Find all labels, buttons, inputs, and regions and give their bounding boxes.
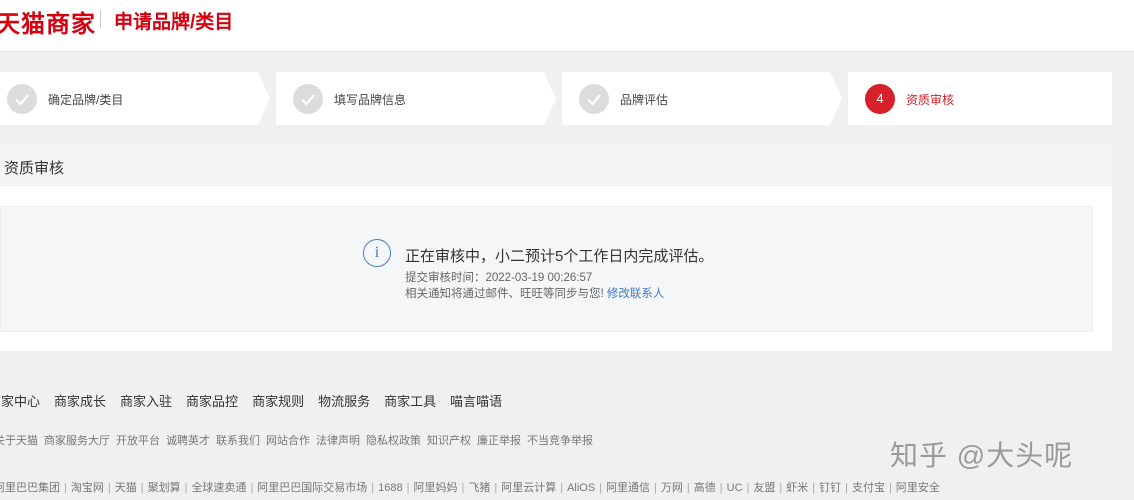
- footer-separator: |: [719, 482, 723, 494]
- partner-link[interactable]: 全球速卖通: [191, 482, 246, 494]
- progress-steps: 确定品牌/类目 填写品牌信息 品牌评估 4 资质审核: [0, 72, 1112, 125]
- footer-separator: |: [888, 482, 892, 494]
- qualification-review-panel: 资质审核 i 正在审核中，小二预计5个工作日内完成评估。 提交审核时间：2022…: [0, 144, 1112, 351]
- footer-link[interactable]: 网站合作: [266, 435, 310, 447]
- footer-link[interactable]: 隐私权政策: [366, 435, 421, 447]
- partner-link[interactable]: 天猫: [115, 482, 137, 494]
- step-separator-icon: [830, 72, 842, 125]
- footer-nav-link[interactable]: 商家工具: [384, 394, 436, 409]
- footer-nav: 商家中心商家成长商家入驻商家品控商家规则物流服务商家工具喵言喵语: [0, 391, 516, 410]
- footer-partners: 阿里巴巴集团 | 淘宝网 | 天猫 | 聚划算 | 全球速卖通 | 阿里巴巴国际交易市场 | 1688 |…: [0, 479, 940, 495]
- partner-link[interactable]: 万网: [661, 482, 683, 494]
- info-icon: i: [363, 239, 391, 267]
- panel-header: 资质审核: [0, 144, 1112, 186]
- footer-nav-link[interactable]: 商家成长: [54, 394, 106, 409]
- footer-separator: |: [812, 482, 816, 494]
- partner-link[interactable]: 阿里巴巴集团: [0, 482, 60, 494]
- partner-link[interactable]: 阿里通信: [606, 482, 650, 494]
- footer-separator: |: [746, 482, 750, 494]
- footer-nav-link[interactable]: 商家规则: [252, 394, 304, 409]
- header-divider: [100, 10, 101, 28]
- footer-link[interactable]: 法律声明: [316, 435, 360, 447]
- edit-contact-link[interactable]: 修改联系人: [607, 288, 665, 300]
- notification-note: 相关通知将通过邮件、旺旺等同步与您! 修改联系人: [405, 285, 664, 301]
- step-label: 品牌评估: [620, 93, 669, 107]
- step-3: 品牌评估: [562, 72, 830, 125]
- footer-nav-link[interactable]: 商家入驻: [120, 394, 172, 409]
- footer-separator: |: [406, 482, 410, 494]
- step-1: 确定品牌/类目: [0, 72, 258, 125]
- review-status-box: i 正在审核中，小二预计5个工作日内完成评估。 提交审核时间：2022-03-1…: [0, 206, 1093, 332]
- footer-separator: |: [599, 482, 603, 494]
- partner-link[interactable]: 阿里安全: [896, 482, 940, 494]
- step-label: 确定品牌/类目: [48, 93, 124, 107]
- footer-separator: |: [494, 482, 498, 494]
- partner-link[interactable]: 阿里巴巴国际交易市场: [257, 482, 367, 494]
- step-2: 填写品牌信息: [276, 72, 544, 125]
- step-label: 资质审核: [906, 93, 955, 107]
- footer-separator: |: [461, 482, 465, 494]
- page-title: 申请品牌/类目: [114, 12, 234, 33]
- footer-link[interactable]: 廉正举报: [477, 435, 521, 447]
- partner-link[interactable]: 淘宝网: [71, 482, 104, 494]
- check-icon: [293, 84, 323, 114]
- partner-link[interactable]: UC: [727, 482, 743, 494]
- footer-link[interactable]: 商家服务大厅: [44, 435, 110, 447]
- footer-link[interactable]: 关于天猫: [0, 435, 38, 447]
- step-separator-icon: [258, 72, 270, 125]
- footer-link[interactable]: 联系我们: [216, 435, 260, 447]
- step-number-badge: 4: [865, 84, 895, 114]
- footer-link[interactable]: 不当竞争举报: [527, 435, 593, 447]
- partner-link[interactable]: 飞猪: [468, 482, 490, 494]
- check-icon: [579, 84, 609, 114]
- partner-link[interactable]: 阿里妈妈: [414, 482, 458, 494]
- footer-nav-link[interactable]: 物流服务: [318, 394, 370, 409]
- partner-link[interactable]: 虾米: [786, 482, 808, 494]
- footer-nav-link[interactable]: 喵言喵语: [450, 394, 502, 409]
- partner-link[interactable]: 聚划算: [148, 482, 181, 494]
- partner-link[interactable]: 支付宝: [852, 482, 885, 494]
- footer-link[interactable]: 诚聘英才: [166, 435, 210, 447]
- notification-text: 相关通知将通过邮件、旺旺等同步与您!: [405, 288, 604, 300]
- step-label: 填写品牌信息: [334, 93, 407, 107]
- footer-link[interactable]: 开放平台: [116, 435, 160, 447]
- partner-link[interactable]: 阿里云计算: [501, 482, 556, 494]
- footer-nav-link[interactable]: 商家品控: [186, 394, 238, 409]
- footer-separator: |: [654, 482, 657, 494]
- partner-link[interactable]: 友盟: [753, 482, 775, 494]
- footer-link[interactable]: 知识产权: [427, 435, 471, 447]
- submit-time: 提交审核时间：2022-03-19 00:26:57: [405, 272, 593, 284]
- footer-separator: |: [64, 482, 67, 494]
- footer-separator: |: [779, 482, 783, 494]
- partner-link[interactable]: AliOS: [567, 482, 595, 494]
- footer-separator: |: [371, 482, 375, 494]
- partner-link[interactable]: 1688: [378, 482, 402, 494]
- step-4-current: 4 资质审核: [848, 72, 1112, 125]
- partner-link[interactable]: 高德: [694, 482, 716, 494]
- footer-separator: |: [686, 482, 690, 494]
- partner-link[interactable]: 钉钉: [819, 482, 841, 494]
- check-icon: [7, 84, 37, 114]
- footer-separator: |: [845, 482, 848, 494]
- footer-separator: |: [560, 482, 564, 494]
- panel-title: 资质审核: [4, 160, 65, 177]
- review-status-message: 正在审核中，小二预计5个工作日内完成评估。: [405, 248, 714, 265]
- footer-links: 关于天猫商家服务大厅开放平台诚聘英才联系我们网站合作法律声明隐私权政策知识产权廉…: [0, 432, 599, 448]
- footer-nav-link[interactable]: 商家中心: [0, 394, 40, 409]
- footer-separator: |: [184, 482, 188, 494]
- footer-separator: |: [107, 482, 111, 494]
- step-separator-icon: [544, 72, 556, 125]
- zhihu-watermark: 知乎 @大头呢: [890, 440, 1074, 471]
- footer-separator: |: [250, 482, 254, 494]
- tmall-seller-logo[interactable]: 天猫商家: [0, 4, 96, 39]
- top-header: 天猫商家 申请品牌/类目: [0, 0, 1134, 52]
- footer-separator: |: [140, 482, 144, 494]
